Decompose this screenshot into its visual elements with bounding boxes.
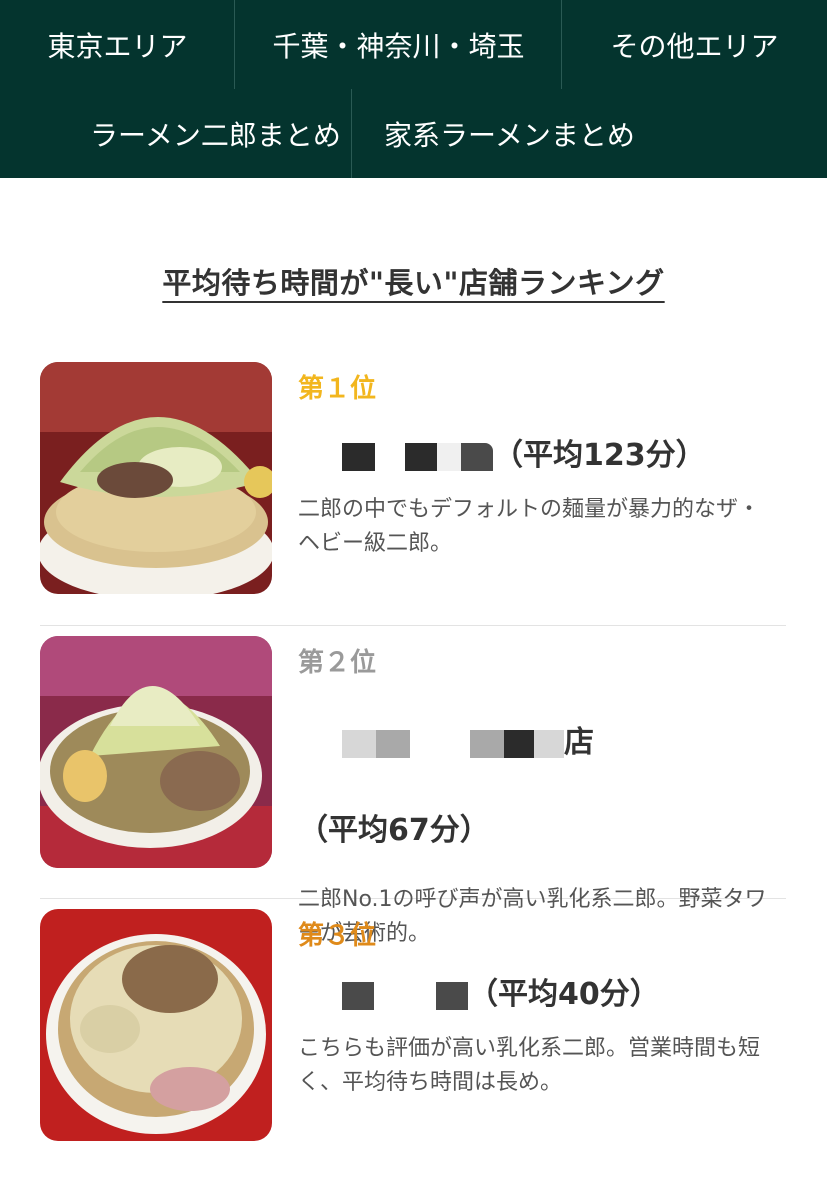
ramen-photo[interactable] <box>40 909 272 1141</box>
redaction-mask <box>534 729 564 758</box>
ranking-item[interactable]: 第２位 店（平均67分） 二郎No.1の呼び声が高い乳化系二郎。野菜タワーが芸術… <box>40 626 786 946</box>
nav-link-tokyo[interactable]: 東京エリア <box>0 0 235 89</box>
nav-link-label: 千葉・神奈川・埼玉 <box>272 29 525 63</box>
rank-label: 第３位 <box>298 921 377 951</box>
shop-name[interactable]: （平均123分） <box>298 431 778 481</box>
nav-link-chiba-kanagawa-saitama[interactable]: 千葉・神奈川・埼玉 <box>235 0 562 89</box>
redaction-mask <box>342 729 376 758</box>
ranking-info: 第１位 （平均123分） 二郎の中でもデフォルトの麺量が暴力的なザ・ヘビー級二郎… <box>298 368 778 561</box>
shop-description: こちらも評価が高い乳化系二郎。営業時間も短く、平均待ち時間は長め。 <box>298 1036 761 1095</box>
nav-link-label: その他エリア <box>610 29 779 63</box>
ranking-item[interactable]: 第１位 （平均123分） 二郎の中でもデフォルトの麺量が暴力的なザ・ヘビー級二郎… <box>40 362 786 625</box>
ramen-photo[interactable] <box>40 362 272 594</box>
nav-link-label: ラーメン二郎まとめ <box>90 118 341 152</box>
shop-description: 二郎の中でもデフォルトの麺量が暴力的なザ・ヘビー級二郎。 <box>298 497 761 556</box>
redaction-mask <box>437 442 461 471</box>
rank-label: 第２位 <box>298 648 377 678</box>
nav-link-jiro-summary[interactable]: ラーメン二郎まとめ <box>0 89 352 178</box>
redaction-mask <box>470 729 504 758</box>
ranking-item[interactable]: 第３位 （平均40分） こちらも評価が高い乳化系二郎。営業時間も短く、平均待ち時… <box>40 899 786 1171</box>
shop-name[interactable]: （平均40分） <box>298 970 778 1020</box>
redaction-mask <box>342 442 375 471</box>
nav-link-other-area[interactable]: その他エリア <box>562 0 827 89</box>
redaction-mask <box>376 729 410 758</box>
nav-link-label: 家系ラーメンまとめ <box>384 118 635 152</box>
redaction-mask <box>342 981 374 1010</box>
average-wait: （平均40分） <box>468 977 660 1012</box>
nav-link-label: 東京エリア <box>47 29 188 63</box>
shop-name-tail: 店 <box>564 725 594 760</box>
nav-link-iekei-summary[interactable]: 家系ラーメンまとめ <box>352 89 827 178</box>
shop-name[interactable]: 店 （平均67分） <box>298 699 778 875</box>
ranking-info: 第３位 （平均40分） こちらも評価が高い乳化系二郎。営業時間も短く、平均待ち時… <box>298 915 778 1100</box>
ranking-list: 第１位 （平均123分） 二郎の中でもデフォルトの麺量が暴力的なザ・ヘビー級二郎… <box>40 362 786 1171</box>
average-wait: （平均67分） <box>298 813 490 848</box>
average-wait: （平均123分） <box>493 438 706 473</box>
rank-label: 第１位 <box>298 374 377 404</box>
redaction-mask <box>436 981 468 1010</box>
category-nav: 東京エリア 千葉・神奈川・埼玉 その他エリア ラーメン二郎まとめ 家系ラーメンま… <box>0 0 827 178</box>
ranking-section-title: 平均待ち時間が"長い"店舗ランキング <box>162 266 665 300</box>
redaction-mask <box>461 442 493 471</box>
redaction-mask <box>405 442 437 471</box>
ramen-photo[interactable] <box>40 636 272 868</box>
redaction-mask <box>504 729 534 758</box>
